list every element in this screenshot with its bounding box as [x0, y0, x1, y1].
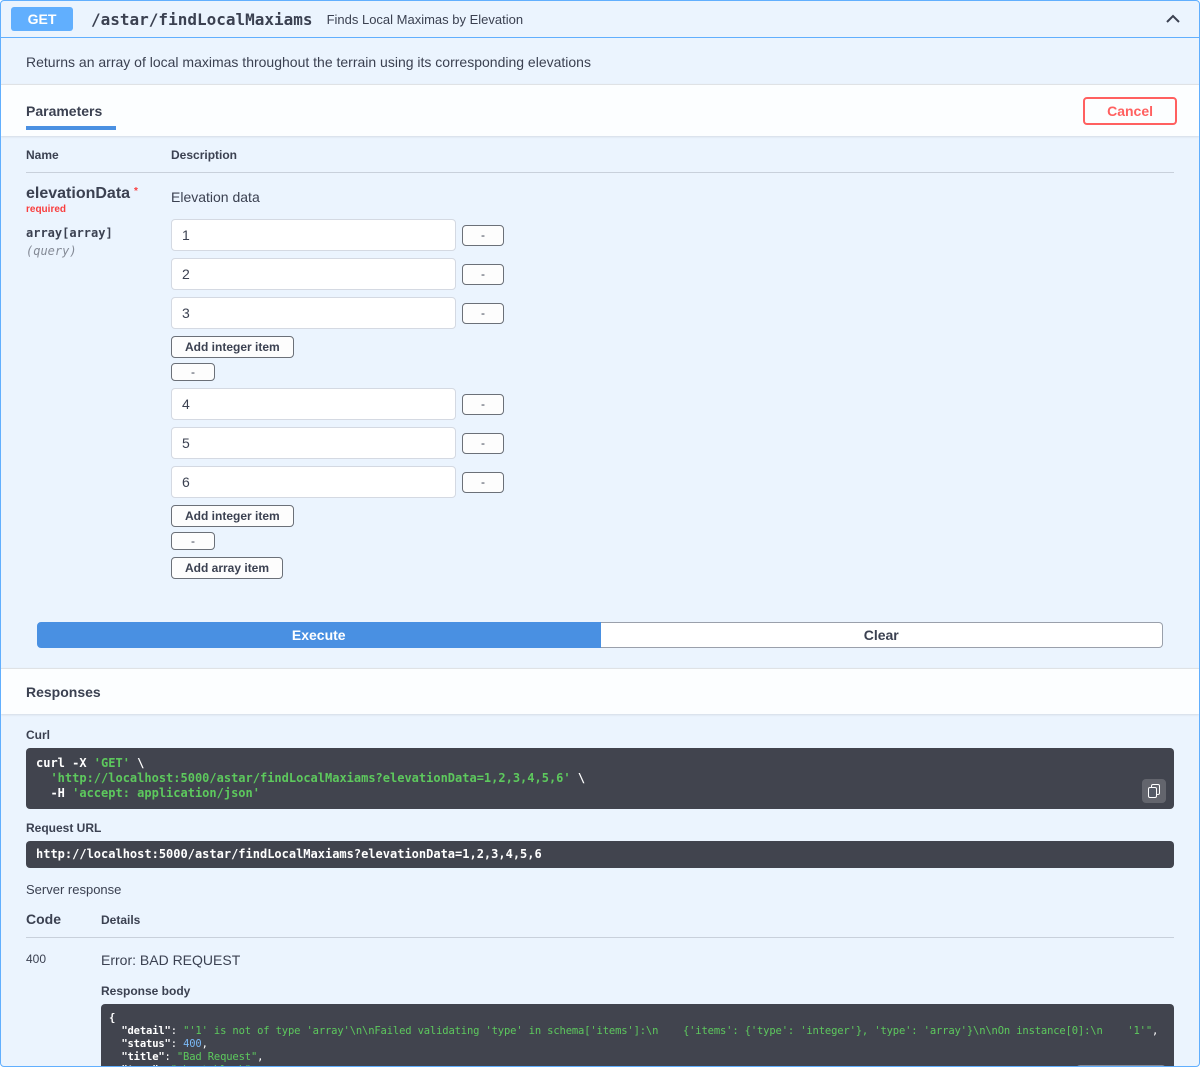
responses-content: Curl curl -X 'GET' \ 'http://localhost:5… [1, 714, 1199, 1066]
column-header-details: Details [101, 913, 141, 927]
request-url-block: http://localhost:5000/astar/findLocalMax… [26, 841, 1174, 868]
parameter-editor: Elevation data - - - Add integer item - [171, 185, 1174, 584]
remove-array-button[interactable]: - [171, 363, 215, 381]
json-line: "status": 400, [121, 1038, 208, 1050]
parameter-location: (query) [26, 244, 77, 258]
array-item-row: - [171, 427, 1174, 459]
column-header-name: Name [26, 148, 59, 162]
server-response-table-head: Code Details [26, 905, 1174, 938]
execute-bar: Execute Clear [37, 622, 1163, 648]
elevation-item-input-5[interactable] [171, 427, 456, 459]
column-header-description: Description [171, 148, 238, 162]
server-response-label: Server response [26, 882, 122, 897]
clear-button[interactable]: Clear [600, 622, 1163, 648]
curl-command-block: curl -X 'GET' \ 'http://localhost:5000/a… [26, 748, 1174, 809]
remove-item-button[interactable]: - [462, 432, 504, 454]
request-url-text: http://localhost:5000/astar/findLocalMax… [36, 847, 542, 861]
swagger-operation-panel: GET /astar/findLocalMaxiams Finds Local … [0, 0, 1200, 1067]
elevation-item-input-3[interactable] [171, 297, 456, 329]
copy-curl-button[interactable] [1142, 779, 1166, 803]
parameters-title: Parameters [26, 91, 117, 130]
array-item-row: - [171, 388, 1174, 420]
json-line: { [109, 1012, 116, 1024]
add-integer-item-button[interactable]: Add integer item [171, 336, 294, 358]
parameter-meta: elevationData * required array[array] (qu… [26, 185, 171, 584]
remove-item-button[interactable]: - [462, 263, 504, 285]
elevation-item-input-1[interactable] [171, 219, 456, 251]
column-header-code: Code [26, 911, 61, 927]
elevation-item-input-2[interactable] [171, 258, 456, 290]
curl-line: -H 'accept: application/json' [36, 786, 260, 800]
response-error-title: Error: BAD REQUEST [101, 952, 241, 968]
response-body-block: { "detail": "'1' is not of type 'array'\… [101, 1004, 1174, 1066]
cancel-button[interactable]: Cancel [1083, 96, 1177, 125]
execute-button[interactable]: Execute [37, 622, 601, 648]
operation-summary-bar[interactable]: GET /astar/findLocalMaxiams Finds Local … [1, 1, 1199, 38]
add-integer-item-button[interactable]: Add integer item [171, 505, 294, 527]
copy-icon [1148, 784, 1160, 798]
response-status-code: 400 [26, 952, 47, 966]
parameters-header: Parameters Cancel [1, 84, 1199, 136]
elevation-item-input-6[interactable] [171, 466, 456, 498]
server-response-row: 400 Error: BAD REQUEST Response body { "… [26, 938, 1174, 1066]
curl-label: Curl [26, 728, 50, 742]
remove-item-button[interactable]: - [462, 302, 504, 324]
remove-array-button[interactable]: - [171, 532, 215, 550]
response-body-label: Response body [101, 984, 191, 998]
json-line: "detail": "'1' is not of type 'array'\n\… [121, 1025, 1159, 1037]
parameter-row: elevationData * required array[array] (qu… [26, 173, 1174, 584]
response-details: Error: BAD REQUEST Response body { "deta… [101, 948, 1174, 1066]
curl-line: curl -X 'GET' \ [36, 756, 145, 770]
responses-title: Responses [26, 683, 101, 700]
endpoint-summary: Finds Local Maximas by Elevation [326, 11, 524, 27]
endpoint-description: Returns an array of local maximas throug… [26, 54, 591, 70]
request-url-label: Request URL [26, 821, 102, 835]
array-item-row: - [171, 219, 1174, 251]
remove-item-button[interactable]: - [462, 393, 504, 415]
parameter-type: array[array] [26, 226, 113, 240]
http-method-badge: GET [11, 7, 73, 31]
remove-item-button[interactable]: - [462, 471, 504, 493]
elevation-item-input-4[interactable] [171, 388, 456, 420]
parameter-name-text: elevationData [26, 185, 131, 202]
array-item-row: - [171, 297, 1174, 329]
responses-header: Responses [1, 668, 1199, 714]
array-item-row: - [171, 466, 1174, 498]
parameters-table: Name Description elevationData * required… [1, 136, 1199, 648]
add-array-item-button[interactable]: Add array item [171, 557, 284, 579]
endpoint-path: /astar/findLocalMaxiams [91, 9, 313, 29]
json-line: "title": "Bad Request", [121, 1051, 264, 1063]
parameter-name: elevationData * required [26, 185, 171, 221]
curl-line: 'http://localhost:5000/astar/findLocalMa… [50, 771, 586, 785]
collapse-chevron-icon[interactable] [1161, 10, 1185, 28]
parameter-description: Elevation data [171, 189, 260, 205]
remove-item-button[interactable]: - [462, 224, 504, 246]
parameters-table-head: Name Description [26, 148, 1174, 173]
array-item-row: - [171, 258, 1174, 290]
